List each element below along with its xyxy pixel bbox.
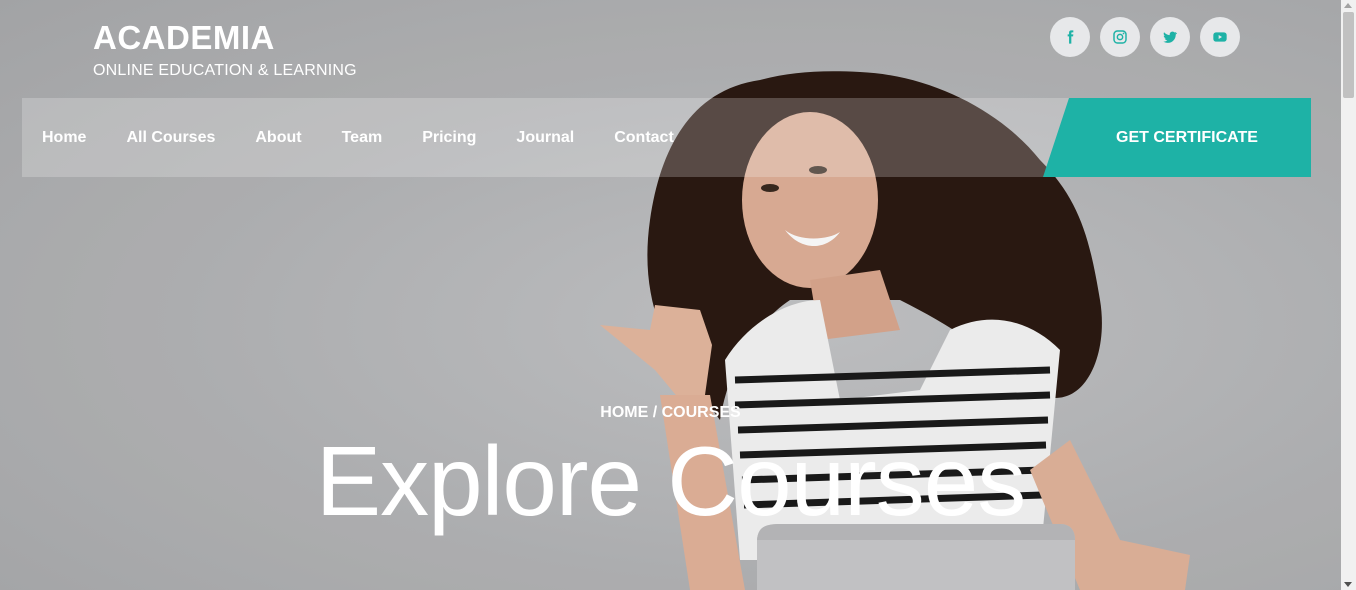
- instagram-link[interactable]: [1100, 17, 1140, 57]
- get-certificate-button[interactable]: GET CERTIFICATE: [1043, 98, 1311, 177]
- twitter-link[interactable]: [1150, 17, 1190, 57]
- page-title: Explore Courses: [315, 426, 1026, 536]
- brand[interactable]: ACADEMIA ONLINE EDUCATION & LEARNING: [93, 20, 357, 80]
- social-links: [1050, 17, 1240, 57]
- facebook-link[interactable]: [1050, 17, 1090, 57]
- instagram-icon: [1113, 30, 1127, 44]
- scroll-thumb[interactable]: [1343, 12, 1354, 98]
- youtube-link[interactable]: [1200, 17, 1240, 57]
- nav-menu: Home All Courses About Team Pricing Jour…: [42, 98, 674, 177]
- nav-item-all-courses[interactable]: All Courses: [126, 129, 215, 147]
- brand-title[interactable]: ACADEMIA: [93, 20, 357, 56]
- brand-subtitle: ONLINE EDUCATION & LEARNING: [93, 62, 357, 79]
- page: ACADEMIA ONLINE EDUCATION & LEARNING Hom…: [0, 0, 1341, 590]
- vertical-scrollbar[interactable]: [1341, 0, 1356, 590]
- nav-item-pricing[interactable]: Pricing: [422, 129, 476, 147]
- nav-item-about[interactable]: About: [255, 129, 301, 147]
- nav-item-team[interactable]: Team: [342, 129, 383, 147]
- facebook-icon: [1067, 30, 1074, 44]
- youtube-icon: [1213, 32, 1227, 42]
- nav-item-journal[interactable]: Journal: [516, 129, 574, 147]
- scroll-up-arrow-icon[interactable]: [1344, 3, 1352, 8]
- twitter-icon: [1163, 31, 1178, 43]
- nav-item-home[interactable]: Home: [42, 129, 86, 147]
- nav-item-contact[interactable]: Contact: [614, 129, 674, 147]
- breadcrumb: HOME / COURSES: [600, 404, 741, 421]
- main-nav: Home All Courses About Team Pricing Jour…: [22, 98, 1311, 177]
- get-certificate-label: GET CERTIFICATE: [1116, 128, 1258, 146]
- scroll-down-arrow-icon[interactable]: [1344, 582, 1352, 587]
